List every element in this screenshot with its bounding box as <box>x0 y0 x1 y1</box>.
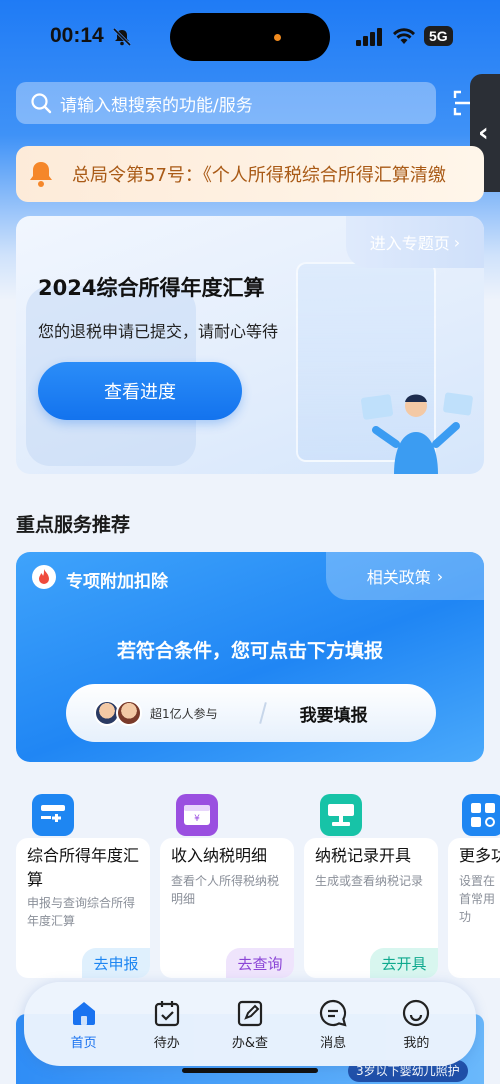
tab-label: 我的 <box>403 1035 430 1051</box>
service-desc: 查看个人所得税纳税明细 <box>171 874 280 906</box>
annual-settlement-card[interactable]: 进入专题页 › 2024综合所得年度汇算 您的退税申请已提交，请耐心等待 查看进… <box>16 216 484 474</box>
flame-icon <box>32 565 56 589</box>
message-icon <box>320 999 347 1027</box>
section-title: 重点服务推荐 <box>16 514 131 536</box>
wallet-icon: ¥ <box>176 794 218 836</box>
participant-count: 超1亿人参与 <box>150 706 218 721</box>
chevron-right-icon: › <box>453 232 461 252</box>
svg-text:¥: ¥ <box>194 814 200 824</box>
stamp-icon <box>320 794 362 836</box>
search-icon <box>31 93 52 114</box>
calculator-icon <box>32 794 74 836</box>
notice-bar[interactable]: 总局令第57号：《个人所得税综合所得汇算清缴 <box>16 146 484 202</box>
declare-button[interactable]: 去申报 <box>82 948 150 978</box>
tab-label: 办&查 <box>231 1035 269 1051</box>
service-title: 更多功 <box>459 846 500 865</box>
tab-messages[interactable]: 消息 <box>301 998 365 1051</box>
wifi-icon <box>393 28 415 44</box>
deduction-title: 专项附加扣除 <box>66 572 168 592</box>
tab-label: 消息 <box>320 1035 347 1051</box>
hero-subtitle: 您的退税申请已提交，请耐心等待 <box>38 322 279 341</box>
status-time: 00:14 <box>50 24 104 47</box>
service-desc: 申报与查询综合所得年度汇算 <box>27 896 136 928</box>
person-illustration <box>361 392 473 474</box>
topic-link-label: 进入专题页 <box>369 234 450 253</box>
policy-link-label: 相关政策 <box>366 568 431 587</box>
related-policy-link[interactable]: 相关政策 › <box>326 552 484 600</box>
chevron-right-icon: › <box>436 566 444 586</box>
service-card-record[interactable]: 纳税记录开具 生成或查看纳税记录 去开具 <box>304 838 438 978</box>
tab-todo[interactable]: 待办 <box>135 998 199 1051</box>
tab-label: 首页 <box>70 1035 97 1051</box>
network-badge: 5G <box>424 26 453 46</box>
dynamic-island <box>170 13 330 61</box>
todo-icon <box>154 1000 179 1026</box>
status-bar: 00:14 5G <box>0 0 500 74</box>
home-indicator <box>182 1068 318 1073</box>
service-title: 收入纳税明细 <box>171 846 268 865</box>
search-placeholder: 请输入想搜索的功能/服务 <box>60 95 253 116</box>
tab-mine[interactable]: 我的 <box>384 998 448 1051</box>
topic-page-link[interactable]: 进入专题页 › <box>346 216 484 268</box>
chevron-left-icon: ‹ <box>478 118 489 148</box>
tab-label: 待办 <box>153 1035 180 1051</box>
fill-report-label: 我要填报 <box>299 705 368 726</box>
service-title: 纳税记录开具 <box>315 846 412 865</box>
notice-text: 总局令第57号：《个人所得税综合所得汇算清缴 <box>72 165 446 186</box>
bell-icon <box>30 162 52 187</box>
deduction-message: 若符合条件，您可点击下方填报 <box>116 640 383 662</box>
special-deduction-card[interactable]: 专项附加扣除 相关政策 › 若符合条件，您可点击下方填报 超1亿人参与 我要填报 <box>16 552 484 762</box>
smile-icon <box>403 999 430 1026</box>
service-card-more[interactable]: 更多功 设置在首常用功 <box>448 838 500 978</box>
view-progress-button[interactable]: 查看进度 <box>38 362 242 420</box>
service-desc: 设置在首常用功 <box>459 874 496 924</box>
signal-icon <box>356 28 382 46</box>
grid-search-icon <box>462 794 500 836</box>
service-card-income[interactable]: 收入纳税明细 查看个人所得税纳税明细 去查询 <box>160 838 294 978</box>
service-title: 综合所得年度汇算 <box>27 846 140 889</box>
tab-handle-query[interactable]: 办&查 <box>218 998 282 1051</box>
bell-mute-icon <box>112 28 132 46</box>
query-button[interactable]: 去查询 <box>226 948 294 978</box>
tab-home[interactable]: 首页 <box>52 998 116 1051</box>
search-input[interactable]: 请输入想搜索的功能/服务 <box>16 82 436 124</box>
avatar <box>116 700 142 726</box>
issue-button[interactable]: 去开具 <box>370 948 438 978</box>
service-card-annual[interactable]: 综合所得年度汇算 申报与查询综合所得年度汇算 去申报 <box>16 838 150 978</box>
home-icon <box>72 1001 95 1025</box>
participant-avatars <box>94 700 142 726</box>
edit-doc-icon <box>237 1000 263 1026</box>
divider <box>258 702 267 724</box>
service-desc: 生成或查看纳税记录 <box>315 874 424 888</box>
bottom-tab-bar: 首页 待办 办&查 消息 我的 <box>24 982 476 1066</box>
camera-indicator <box>274 34 281 41</box>
fill-report-button[interactable]: 超1亿人参与 我要填报 <box>66 684 436 742</box>
hero-title: 2024综合所得年度汇算 <box>38 276 265 300</box>
